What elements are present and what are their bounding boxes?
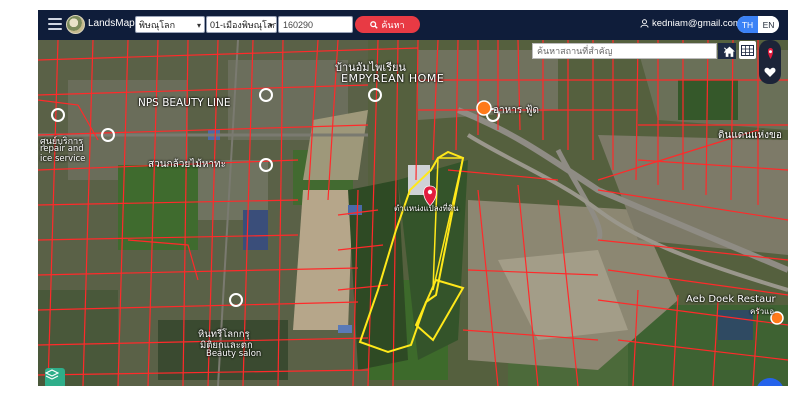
logo-icon xyxy=(66,15,85,34)
chevron-down-icon: ▾ xyxy=(268,21,273,30)
satellite-map[interactable]: บ้านอัมไพเรียน EMPYREAN HOME NPS BEAUTY … xyxy=(38,40,788,386)
search-icon xyxy=(370,20,379,29)
right-side-bar xyxy=(759,40,781,84)
lang-th-button[interactable]: TH xyxy=(737,16,758,33)
map-label-repair-2: repair and xyxy=(40,144,84,154)
grid-icon xyxy=(741,44,754,56)
chevron-down-icon: ▾ xyxy=(196,21,201,30)
parcel-code-input[interactable]: 160290 xyxy=(278,16,353,33)
hamburger-menu-icon[interactable] xyxy=(48,18,62,30)
map-label-aeb: Aeb Doek Restaur xyxy=(686,294,776,305)
grid-view-button[interactable] xyxy=(739,41,756,59)
map-label-repair-3: ice service xyxy=(40,154,86,164)
map-label-salon-en: Beauty salon xyxy=(206,349,262,359)
place-search-input[interactable]: ค้นหาสถานที่สำคัญ xyxy=(532,43,717,59)
map-label-nps: NPS BEAUTY LINE xyxy=(138,97,231,109)
district-select[interactable]: 01-เมืองพิษณุโลก ▾ xyxy=(206,16,277,33)
search-button[interactable]: ค้นหา xyxy=(355,16,420,33)
map-label-zone: สวนกล้วยไม้หาทะ xyxy=(148,159,227,170)
brand-name: LandsMaps xyxy=(88,18,140,29)
lang-en-button[interactable]: EN xyxy=(758,16,779,33)
layers-button[interactable] xyxy=(45,368,65,386)
district-select-value: 01-เมืองพิษณุโลก xyxy=(210,20,277,30)
user-icon xyxy=(640,19,649,28)
language-toggle[interactable]: TH EN xyxy=(737,16,779,33)
province-select[interactable]: พิษณุโลก ▾ xyxy=(135,16,205,33)
location-pin-icon[interactable] xyxy=(765,47,776,60)
user-menu[interactable]: kedniam@gmail.com ▾ xyxy=(640,18,748,29)
map-label-food: อาหาร ฟู้ด xyxy=(493,105,539,116)
province-select-value: พิษณุโลก xyxy=(139,20,176,30)
map-label-empyrean-en: EMPYREAN HOME xyxy=(341,72,445,85)
app-frame: LandsMaps พิษณุโลก ▾ 01-เมืองพิษณุโลก ▾ … xyxy=(38,10,788,386)
top-navbar: LandsMaps พิษณุโลก ▾ 01-เมืองพิษณุโลก ▾ … xyxy=(38,10,788,40)
home-button[interactable] xyxy=(722,43,737,59)
search-button-label: ค้นหา xyxy=(381,19,405,30)
more-icon: ••• xyxy=(758,385,781,386)
marker-label: ตำแหน่งแปลงที่ดิน xyxy=(394,204,459,213)
user-email: kedniam@gmail.com xyxy=(652,18,741,29)
map-label-restaurant-th: ดินแดนแห่งขอ xyxy=(718,130,782,141)
layers-icon xyxy=(45,369,59,380)
home-icon xyxy=(724,46,735,57)
heart-icon[interactable] xyxy=(764,67,776,78)
map-label-aeb-th: ครัวแอ xyxy=(750,307,775,316)
